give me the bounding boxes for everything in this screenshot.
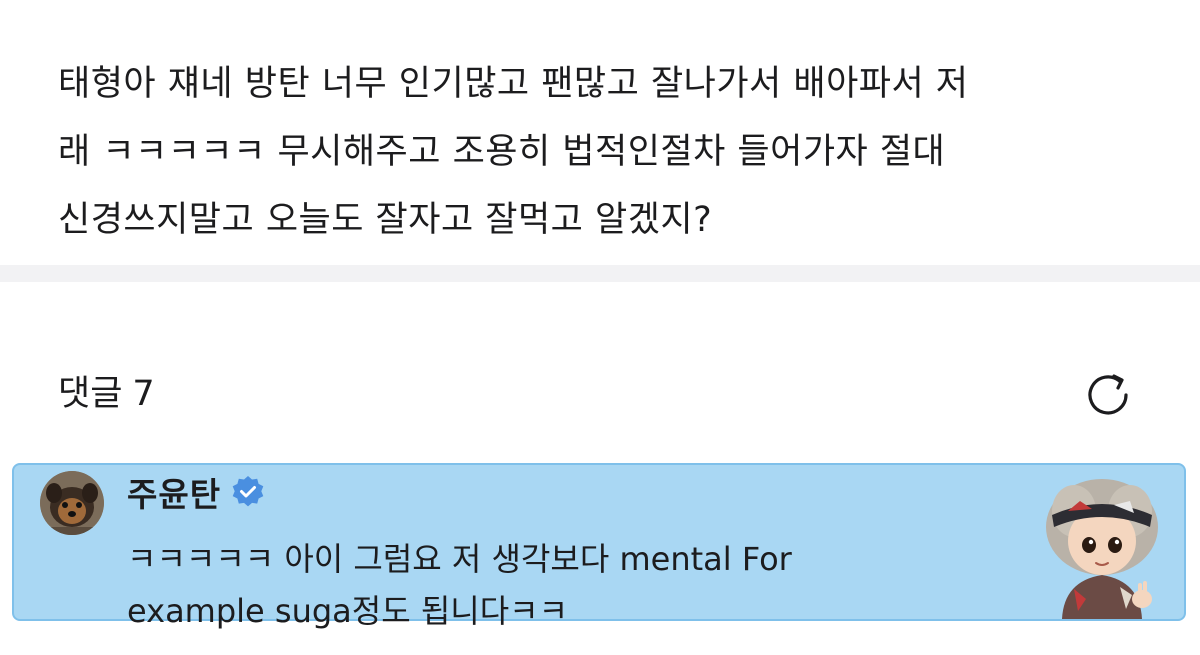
post-line-2: 래 ㅋㅋㅋㅋㅋ 무시해주고 조용히 법적인절차 들어가자 절대 [58,132,946,172]
refresh-button[interactable] [1080,367,1136,423]
avatar[interactable] [40,471,104,535]
verified-badge-icon [232,476,264,507]
comment-author[interactable]: 주윤탄 [127,469,265,515]
comment-line-1: ㅋㅋㅋㅋㅋ 아이 그럼요 저 생각보다 mental For [127,540,792,578]
post-line-1: 태형아 쟤네 방탄 너무 인기많고 팬많고 잘나가서 배아파서 저 [58,64,969,104]
section-divider [0,265,1200,282]
refresh-icon [1088,374,1128,415]
character-sticker [1034,471,1170,619]
post-line-3: 신경쓰지말고 오늘도 잘자고 잘먹고 알겠지? [58,200,713,240]
post-body: 태형아 쟤네 방탄 너무 인기많고 팬많고 잘나가서 배아파서 저 래 ㅋㅋㅋㅋ… [58,50,1158,254]
highlighted-comment[interactable]: 주윤탄 ㅋㅋㅋㅋㅋ 아이 그럼요 저 생각보다 mental For examp… [12,463,1186,630]
author-name[interactable]: 주윤탄 [127,468,221,516]
comments-label: 댓글 [58,374,123,414]
comments-header: 댓글 7 [58,370,155,418]
post-detail-screen: 태형아 쟤네 방탄 너무 인기많고 팬많고 잘나가서 배아파서 저 래 ㅋㅋㅋㅋ… [0,0,1200,655]
comment-text: ㅋㅋㅋㅋㅋ 아이 그럼요 저 생각보다 mental For example s… [127,533,947,637]
comments-count: 7 [132,374,155,414]
comment-line-2: example suga정도 됩니다ㅋㅋ [127,592,569,630]
